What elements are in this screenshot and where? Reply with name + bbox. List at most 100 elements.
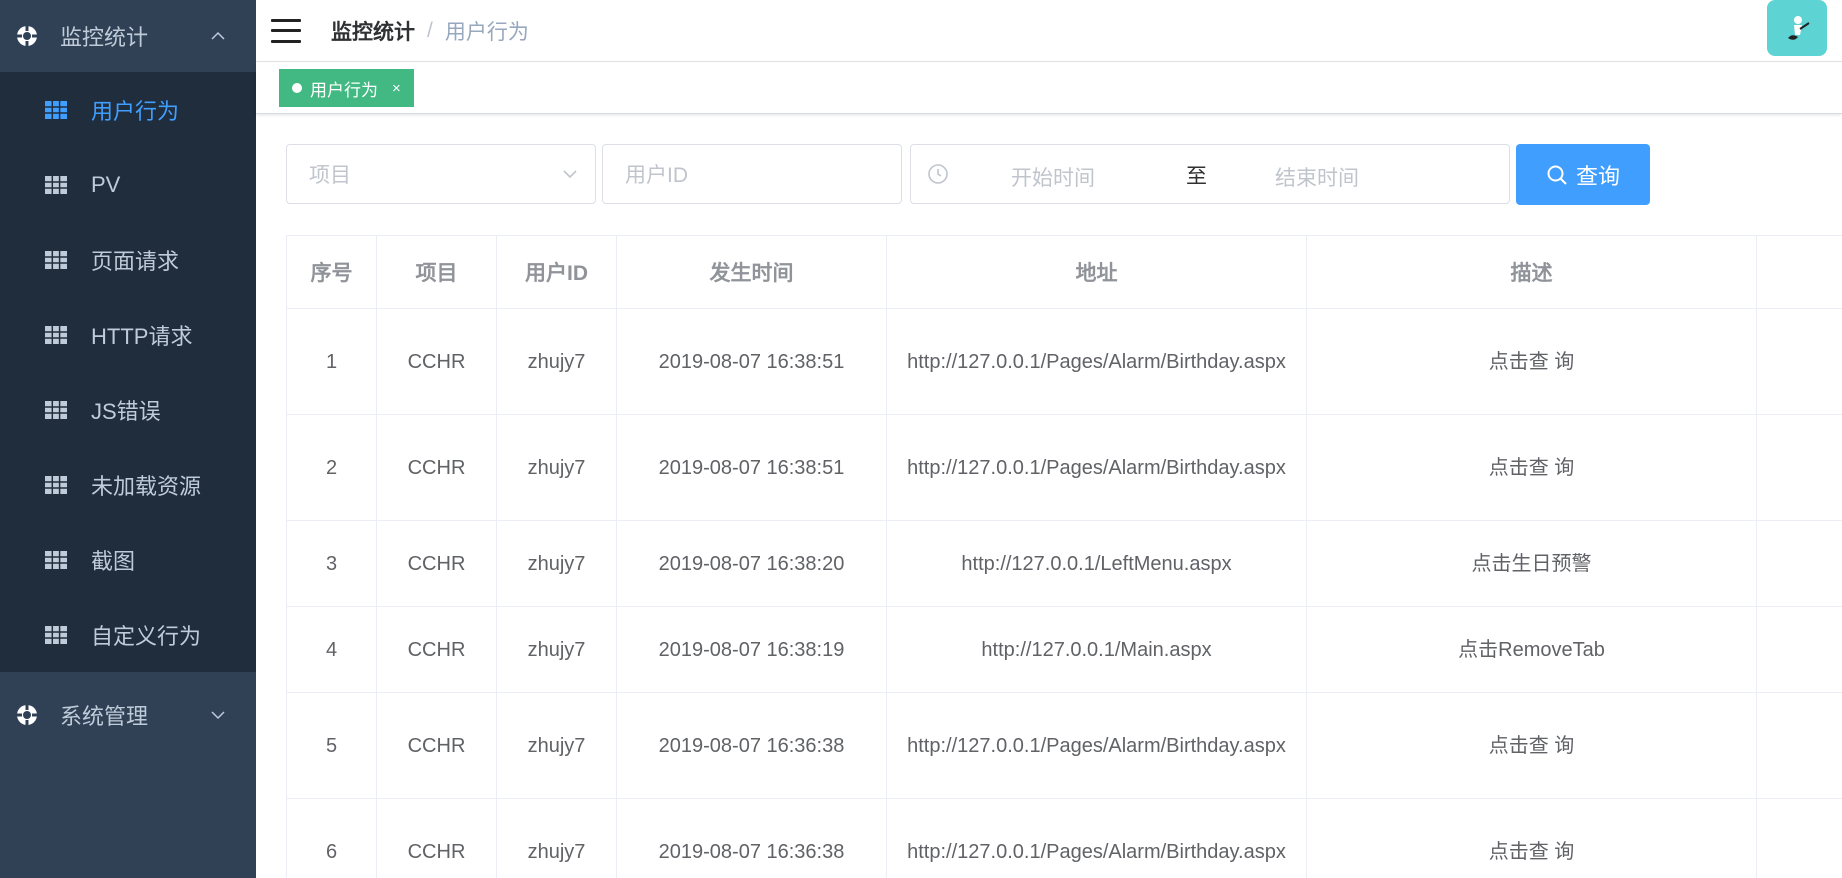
table-cell (1756, 308, 1842, 415)
table-cell: CCHR (376, 798, 497, 878)
table-cell: CCHR (376, 308, 497, 415)
table-cell: http://127.0.0.1/Pages/Alarm/Birthday.as… (886, 692, 1307, 799)
table-row[interactable]: 6 CCHR zhujy7 2019-08-07 16:36:38 http:/… (286, 798, 1842, 878)
search-icon (1546, 164, 1568, 186)
table-cell: http://127.0.0.1/Pages/Alarm/Birthday.as… (886, 798, 1307, 878)
tag-label: 用户行为 (310, 80, 378, 100)
table-cell: 点击查 询 (1306, 692, 1757, 799)
userid-input[interactable]: 用户ID (602, 144, 902, 204)
sidebar-item-label: 页面请求 (91, 248, 180, 274)
close-icon[interactable]: × (392, 80, 401, 97)
table-header-row: 序号 项目 用户ID 发生时间 地址 描述 (286, 235, 1842, 309)
project-placeholder: 项目 (309, 164, 351, 187)
sidebar-item-label: 截图 (91, 548, 136, 574)
table-row[interactable]: 5 CCHR zhujy7 2019-08-07 16:36:38 http:/… (286, 692, 1842, 799)
table-cell: 点击查 询 (1306, 308, 1757, 415)
table-cell: 点击生日预警 (1306, 520, 1757, 607)
table-cell (1756, 798, 1842, 878)
table-grid-icon (45, 100, 67, 119)
table-cell: 点击RemoveTab (1306, 606, 1757, 693)
table-cell: http://127.0.0.1/LeftMenu.aspx (886, 520, 1307, 607)
menu-group-monitor[interactable]: 监控统计 (0, 0, 256, 72)
table-grid-icon (45, 475, 67, 494)
table-cell: 2 (286, 414, 377, 521)
submenu-monitor: 用户行为 PV 页面请求 HTTP请求 JS错误 未加载资源 截图 自定义行为 (0, 72, 256, 672)
sidebar-item-pv[interactable]: PV (0, 147, 256, 222)
table-cell: CCHR (376, 606, 497, 693)
table-cell: zhujy7 (496, 798, 617, 878)
table-cell: 6 (286, 798, 377, 878)
sidebar-item-label: 未加载资源 (91, 473, 202, 499)
navbar: 监控统计 / 用户行为 (256, 0, 1842, 62)
sidebar-item-label: 用户行为 (91, 98, 180, 124)
table-cell: 2019-08-07 16:38:51 (616, 414, 887, 521)
table-cell: http://127.0.0.1/Pages/Alarm/Birthday.as… (886, 414, 1307, 521)
table-cell: http://127.0.0.1/Main.aspx (886, 606, 1307, 693)
table-cell: 2019-08-07 16:36:38 (616, 692, 887, 799)
table-cell: 4 (286, 606, 377, 693)
search-button-label: 查询 (1575, 163, 1620, 189)
sidebar-item-js-error[interactable]: JS错误 (0, 372, 256, 447)
sidebar-item-page-request[interactable]: 页面请求 (0, 222, 256, 297)
sidebar-item-label: PV (91, 171, 121, 197)
breadcrumb: 监控统计 / 用户行为 (331, 16, 529, 46)
table-grid-icon (45, 625, 67, 644)
start-time-input[interactable]: 开始时间 (1011, 162, 1095, 192)
table-grid-icon (45, 325, 67, 344)
breadcrumb-current: 用户行为 (444, 20, 529, 44)
menu-group-title: 监控统计 (60, 25, 149, 50)
table-cell: 2019-08-07 16:38:19 (616, 606, 887, 693)
date-range-picker[interactable]: 开始时间 至 结束时间 (910, 144, 1510, 204)
sidebar-item-http-request[interactable]: HTTP请求 (0, 297, 256, 372)
table-cell: 3 (286, 520, 377, 607)
table-grid-icon (45, 175, 67, 194)
userid-placeholder: 用户ID (625, 164, 688, 187)
breadcrumb-parent[interactable]: 监控统计 (331, 16, 415, 46)
project-select[interactable]: 项目 (286, 144, 596, 204)
table-row[interactable]: 1 CCHR zhujy7 2019-08-07 16:38:51 http:/… (286, 308, 1842, 415)
sidebar-item-label: JS错误 (91, 398, 161, 424)
table-cell: http://127.0.0.1/Pages/Alarm/Birthday.as… (886, 308, 1307, 415)
sidebar-item-user-behavior[interactable]: 用户行为 (0, 72, 256, 147)
clock-icon (927, 163, 949, 185)
table-row[interactable]: 3 CCHR zhujy7 2019-08-07 16:38:20 http:/… (286, 520, 1842, 607)
behavior-table: 序号 项目 用户ID 发生时间 地址 描述 1 CCHR zhujy7 2019… (286, 235, 1842, 878)
table-row[interactable]: 4 CCHR zhujy7 2019-08-07 16:38:19 http:/… (286, 606, 1842, 693)
range-separator: 至 (1186, 165, 1207, 188)
column-header: 地址 (886, 235, 1307, 309)
table-cell: 2019-08-07 16:38:20 (616, 520, 887, 607)
avatar[interactable] (1767, 0, 1827, 56)
table-cell: CCHR (376, 520, 497, 607)
end-time-input[interactable]: 结束时间 (1275, 162, 1359, 192)
chevron-down-icon (210, 707, 226, 723)
table-grid-icon (45, 550, 67, 569)
sidebar-item-custom-behavior[interactable]: 自定义行为 (0, 597, 256, 672)
table-cell (1756, 692, 1842, 799)
column-header: 发生时间 (616, 235, 887, 309)
column-header (1756, 235, 1842, 309)
chevron-down-icon (561, 165, 579, 183)
sidebar-item-screenshot[interactable]: 截图 (0, 522, 256, 597)
breadcrumb-separator: / (427, 18, 433, 42)
table-row[interactable]: 2 CCHR zhujy7 2019-08-07 16:38:51 http:/… (286, 414, 1842, 521)
table-cell: CCHR (376, 692, 497, 799)
table-cell: 点击查 询 (1306, 798, 1757, 878)
sidebar-item-unloaded-resources[interactable]: 未加载资源 (0, 447, 256, 522)
table-cell: 5 (286, 692, 377, 799)
gear-icon (16, 703, 38, 726)
table-cell: 点击查 询 (1306, 414, 1757, 521)
column-header: 用户ID (496, 235, 617, 309)
table-cell (1756, 414, 1842, 521)
search-button[interactable]: 查询 (1516, 144, 1650, 205)
active-dot (292, 83, 302, 93)
table-cell (1756, 520, 1842, 607)
table-cell: zhujy7 (496, 308, 617, 415)
menu-group-title: 系统管理 (60, 703, 149, 729)
table-cell: 2019-08-07 16:38:51 (616, 308, 887, 415)
table-grid-icon (45, 400, 67, 419)
table-cell: zhujy7 (496, 606, 617, 693)
tag-user-behavior[interactable]: 用户行为 × (279, 69, 414, 107)
menu-group-system[interactable]: 系统管理 (0, 672, 256, 757)
table-cell: zhujy7 (496, 692, 617, 799)
hamburger-icon[interactable] (271, 18, 301, 43)
